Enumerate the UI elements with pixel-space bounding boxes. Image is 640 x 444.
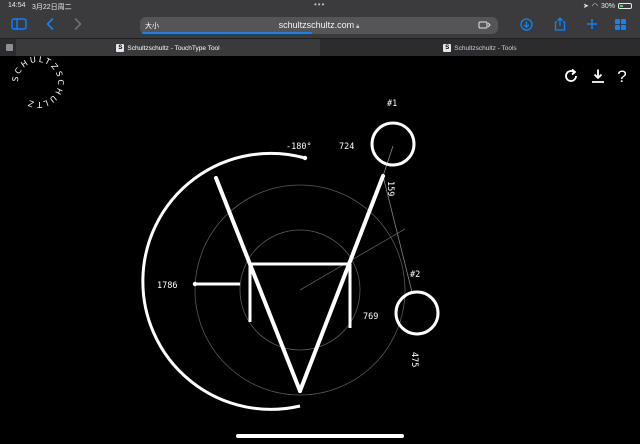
url-text: schultzschultz.com bbox=[278, 20, 355, 30]
handle-1[interactable] bbox=[370, 121, 416, 167]
favicon-icon: S bbox=[116, 44, 125, 52]
value-769: 769 bbox=[363, 312, 378, 322]
tab-touchtype[interactable]: S Schultzschultz - TouchType Tool bbox=[16, 39, 320, 57]
tabs-overview-icon[interactable] bbox=[613, 17, 627, 31]
address-bar[interactable]: 大小 schultzschultz.com 🔒︎ bbox=[140, 17, 498, 34]
reload-icon[interactable] bbox=[563, 68, 581, 86]
sidebar-icon[interactable] bbox=[10, 17, 28, 31]
handle-1-label: #1 bbox=[387, 99, 397, 109]
download-icon[interactable] bbox=[519, 17, 533, 31]
url-display[interactable]: schultzschultz.com 🔒︎ bbox=[140, 20, 498, 31]
status-bar: 14:54 3月22日周二 ••• ➤ ◠ 30% bbox=[0, 0, 640, 12]
back-icon[interactable] bbox=[44, 17, 56, 31]
page-load-progress bbox=[142, 32, 312, 34]
browser-toolbar: 大小 schultzschultz.com 🔒︎ bbox=[0, 12, 640, 38]
download-icon[interactable] bbox=[590, 68, 608, 86]
battery-percent: 30% bbox=[600, 2, 615, 10]
glyph-stroke-right[interactable] bbox=[298, 174, 385, 393]
value-159: 159 bbox=[385, 181, 395, 196]
forward-icon[interactable] bbox=[72, 17, 84, 31]
tab-bar: S Schultzschultz - TouchType Tool S Schu… bbox=[0, 38, 640, 57]
handle-guide-2 bbox=[382, 145, 394, 177]
help-button[interactable]: ? bbox=[613, 67, 631, 86]
status-date: 3月22日周二 bbox=[32, 4, 72, 11]
value-475: 475 bbox=[409, 352, 419, 367]
status-time: 14:54 bbox=[8, 2, 26, 9]
brand-logo[interactable]: SCHULTZSCHULTZ bbox=[11, 56, 65, 109]
tab-label: Schultzschultz - TouchType Tool bbox=[127, 44, 220, 52]
width-slider-knob[interactable] bbox=[192, 281, 198, 287]
ipad-screen: 14:54 3月22日周二 ••• ➤ ◠ 30% 大小 schultzschu… bbox=[0, 0, 640, 444]
value-724: 724 bbox=[339, 142, 354, 152]
lock-icon: 🔒︎ bbox=[356, 24, 360, 30]
angle-label: -180° bbox=[286, 142, 312, 152]
reload-page-icon[interactable] bbox=[478, 20, 492, 32]
status-right: ➤ ◠ 30% bbox=[583, 2, 632, 10]
rotation-arc-knob[interactable] bbox=[302, 155, 308, 161]
value-1786: 1786 bbox=[157, 281, 177, 291]
multitasking-dots-icon[interactable]: ••• bbox=[314, 0, 325, 9]
tab-label: Schultzschultz - Tools bbox=[454, 44, 517, 52]
tab-tools[interactable]: S Schultzschultz - Tools bbox=[320, 39, 640, 57]
home-indicator[interactable] bbox=[236, 434, 404, 438]
favicon-icon: S bbox=[443, 44, 452, 52]
handle-2-label: #2 bbox=[410, 270, 420, 280]
battery-icon bbox=[618, 3, 632, 9]
close-tab-icon[interactable] bbox=[6, 44, 13, 51]
wifi-icon: ◠ bbox=[591, 3, 598, 10]
page-canvas[interactable]: SCHULTZSCHULTZ #1 #2 -180° 724 159 1786 … bbox=[0, 56, 640, 444]
plus-icon[interactable] bbox=[585, 17, 599, 31]
touchtype-canvas[interactable]: SCHULTZSCHULTZ #1 #2 -180° 724 159 1786 … bbox=[0, 56, 640, 444]
location-icon: ➤ bbox=[583, 3, 589, 10]
share-icon[interactable] bbox=[553, 17, 567, 31]
